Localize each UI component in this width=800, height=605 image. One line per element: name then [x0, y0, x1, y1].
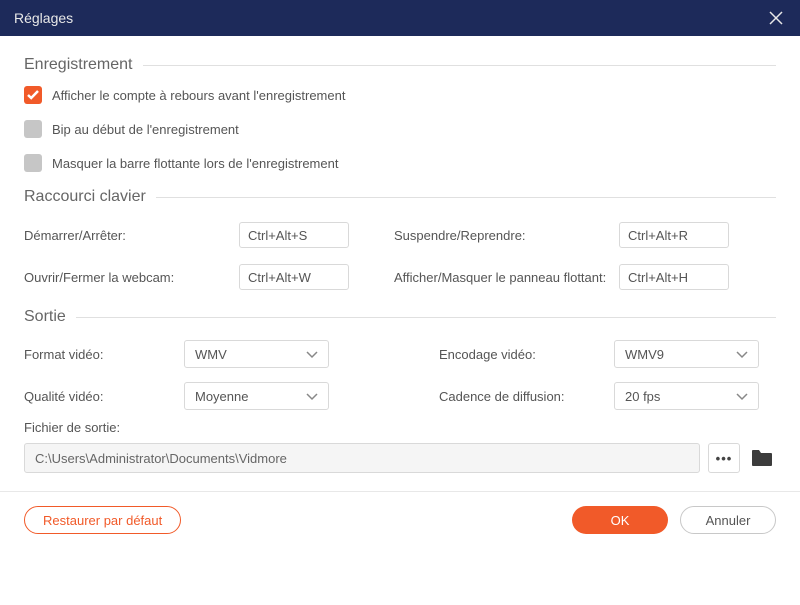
section-output-title: Sortie — [24, 308, 76, 326]
titlebar: Réglages — [0, 0, 800, 36]
checkbox-countdown[interactable] — [24, 86, 42, 104]
fps-value: 20 fps — [625, 389, 660, 404]
chevron-down-icon — [306, 389, 318, 404]
checkbox-hidebar-label: Masquer la barre flottante lors de l'enr… — [52, 156, 338, 171]
ok-button[interactable]: OK — [572, 506, 668, 534]
fps-label: Cadence de diffusion: — [439, 389, 614, 404]
check-icon — [27, 90, 39, 100]
encoding-label: Encodage vidéo: — [439, 347, 614, 362]
cancel-button[interactable]: Annuler — [680, 506, 776, 534]
restore-defaults-button[interactable]: Restaurer par défaut — [24, 506, 181, 534]
shortcut-webcam-input[interactable] — [239, 264, 349, 290]
cancel-label: Annuler — [706, 513, 751, 528]
shortcut-pause-input[interactable] — [619, 222, 729, 248]
chevron-down-icon — [306, 347, 318, 362]
section-recording-title: Enregistrement — [24, 56, 143, 74]
checkbox-beep-label: Bip au début de l'enregistrement — [52, 122, 239, 137]
shortcut-pause-label: Suspendre/Reprendre: — [394, 228, 619, 243]
output-file-label: Fichier de sortie: — [24, 420, 776, 435]
shortcut-webcam-label: Ouvrir/Fermer la webcam: — [24, 270, 239, 285]
option-countdown-row: Afficher le compte à rebours avant l'enr… — [24, 86, 776, 104]
shortcut-start-label: Démarrer/Arrêter: — [24, 228, 239, 243]
ok-label: OK — [611, 513, 630, 528]
close-icon — [769, 11, 783, 25]
checkbox-countdown-label: Afficher le compte à rebours avant l'enr… — [52, 88, 345, 103]
section-recording-header: Enregistrement — [24, 56, 776, 74]
encoding-select[interactable]: WMV9 — [614, 340, 759, 368]
quality-label: Qualité vidéo: — [24, 389, 184, 404]
output-path-field[interactable]: C:\Users\Administrator\Documents\Vidmore — [24, 443, 700, 473]
option-beep-row: Bip au début de l'enregistrement — [24, 120, 776, 138]
quality-value: Moyenne — [195, 389, 248, 404]
open-folder-button[interactable] — [748, 443, 776, 473]
option-hidebar-row: Masquer la barre flottante lors de l'enr… — [24, 154, 776, 172]
format-value: WMV — [195, 347, 227, 362]
shortcut-panel-input[interactable] — [619, 264, 729, 290]
section-output-header: Sortie — [24, 308, 776, 326]
quality-select[interactable]: Moyenne — [184, 382, 329, 410]
section-divider — [76, 317, 776, 318]
format-label: Format vidéo: — [24, 347, 184, 362]
fps-select[interactable]: 20 fps — [614, 382, 759, 410]
folder-icon — [751, 449, 773, 467]
section-shortcuts-title: Raccourci clavier — [24, 188, 156, 206]
section-divider — [143, 65, 777, 66]
shortcut-panel-label: Afficher/Masquer le panneau flottant: — [394, 270, 619, 285]
output-path-value: C:\Users\Administrator\Documents\Vidmore — [35, 451, 287, 466]
section-divider — [156, 197, 776, 198]
encoding-value: WMV9 — [625, 347, 664, 362]
window-title: Réglages — [14, 10, 73, 26]
restore-defaults-label: Restaurer par défaut — [43, 513, 162, 528]
format-select[interactable]: WMV — [184, 340, 329, 368]
close-button[interactable] — [766, 8, 786, 28]
checkbox-hidebar[interactable] — [24, 154, 42, 172]
chevron-down-icon — [736, 347, 748, 362]
shortcut-start-input[interactable] — [239, 222, 349, 248]
browse-button[interactable]: ••• — [708, 443, 740, 473]
ellipsis-icon: ••• — [716, 451, 733, 466]
chevron-down-icon — [736, 389, 748, 404]
section-shortcuts-header: Raccourci clavier — [24, 188, 776, 206]
checkbox-beep[interactable] — [24, 120, 42, 138]
